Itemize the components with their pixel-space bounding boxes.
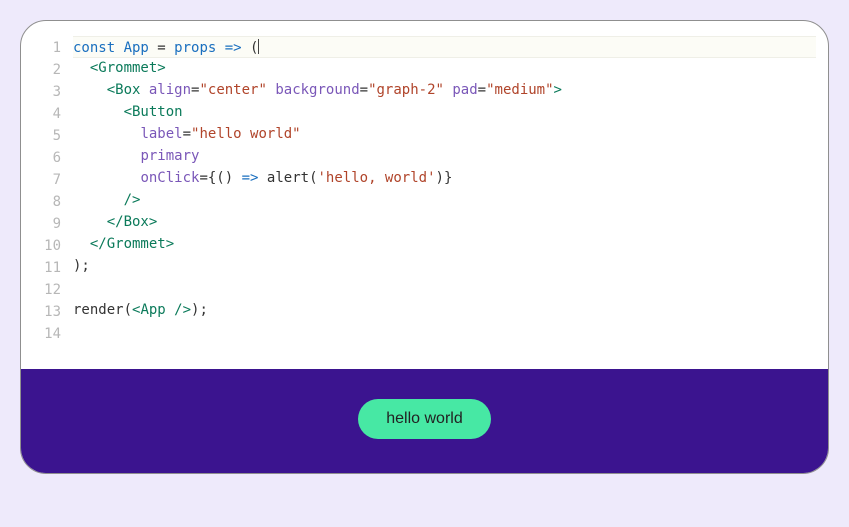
code-token: <App — [132, 302, 174, 318]
line-number: 11 — [33, 257, 61, 279]
code-token: = — [157, 40, 174, 56]
line-number: 2 — [33, 59, 61, 81]
code-token: props — [174, 40, 225, 56]
code-line[interactable]: <Grommet> — [73, 57, 816, 79]
code-token: "medium" — [486, 82, 553, 98]
snippet-panel: 1234567891011121314 const App = props =>… — [20, 20, 829, 474]
code-editor[interactable]: 1234567891011121314 const App = props =>… — [21, 21, 828, 369]
code-line[interactable]: label="hello world" — [73, 123, 816, 145]
code-token: App — [124, 40, 158, 56]
code-token: render — [73, 302, 124, 318]
code-token: pad — [452, 82, 477, 98]
code-token: alert — [267, 170, 309, 186]
code-token: <Button — [124, 104, 183, 120]
code-token: </Grommet> — [90, 236, 174, 252]
code-token: = — [478, 82, 486, 98]
line-number: 4 — [33, 103, 61, 125]
code-token: => — [225, 40, 250, 56]
code-token: background — [275, 82, 359, 98]
code-token: = — [360, 82, 368, 98]
code-token: > — [554, 82, 562, 98]
code-line[interactable]: primary — [73, 145, 816, 167]
code-token: ( — [309, 170, 317, 186]
line-number: 5 — [33, 125, 61, 147]
text-cursor — [258, 39, 259, 54]
code-token: /> — [174, 302, 191, 318]
line-number: 14 — [33, 323, 61, 345]
code-token: ( — [124, 302, 132, 318]
code-line[interactable]: const App = props => ( — [73, 36, 816, 58]
line-number: 13 — [33, 301, 61, 323]
line-number: 3 — [33, 81, 61, 103]
hello-world-button[interactable]: hello world — [358, 399, 490, 439]
code-line[interactable] — [73, 321, 816, 343]
code-token: primary — [140, 148, 199, 164]
code-line[interactable]: ); — [73, 255, 816, 277]
code-token: => — [242, 170, 267, 186]
line-number: 9 — [33, 213, 61, 235]
code-token: const — [73, 40, 124, 56]
code-token: ={() — [199, 170, 241, 186]
code-token: ( — [250, 40, 258, 56]
code-content[interactable]: const App = props => ( <Grommet> <Box al… — [73, 37, 816, 345]
line-number: 12 — [33, 279, 61, 301]
code-token: ); — [191, 302, 208, 318]
code-token: "graph-2" — [368, 82, 444, 98]
preview-area: hello world — [21, 369, 828, 473]
code-line[interactable]: </Box> — [73, 211, 816, 233]
code-token: )} — [436, 170, 453, 186]
code-token: /> — [124, 192, 141, 208]
code-token: onClick — [140, 170, 199, 186]
line-number: 6 — [33, 147, 61, 169]
code-line[interactable]: onClick={() => alert('hello, world')} — [73, 167, 816, 189]
code-token: = — [183, 126, 191, 142]
line-number: 10 — [33, 235, 61, 257]
line-number: 1 — [33, 37, 61, 59]
line-number: 7 — [33, 169, 61, 191]
code-line[interactable]: <Box align="center" background="graph-2"… — [73, 79, 816, 101]
code-line[interactable] — [73, 277, 816, 299]
line-number-gutter: 1234567891011121314 — [33, 37, 73, 345]
code-line[interactable]: <Button — [73, 101, 816, 123]
code-token: <Grommet> — [90, 60, 166, 76]
code-token: </Box> — [107, 214, 158, 230]
line-number: 8 — [33, 191, 61, 213]
code-token: <Box — [107, 82, 149, 98]
code-token: "center" — [199, 82, 266, 98]
code-token: label — [140, 126, 182, 142]
code-line[interactable]: render(<App />); — [73, 299, 816, 321]
code-token: "hello world" — [191, 126, 301, 142]
code-token: ); — [73, 258, 90, 274]
code-token: align — [149, 82, 191, 98]
code-line[interactable]: </Grommet> — [73, 233, 816, 255]
code-token: 'hello, world' — [318, 170, 436, 186]
code-line[interactable]: /> — [73, 189, 816, 211]
